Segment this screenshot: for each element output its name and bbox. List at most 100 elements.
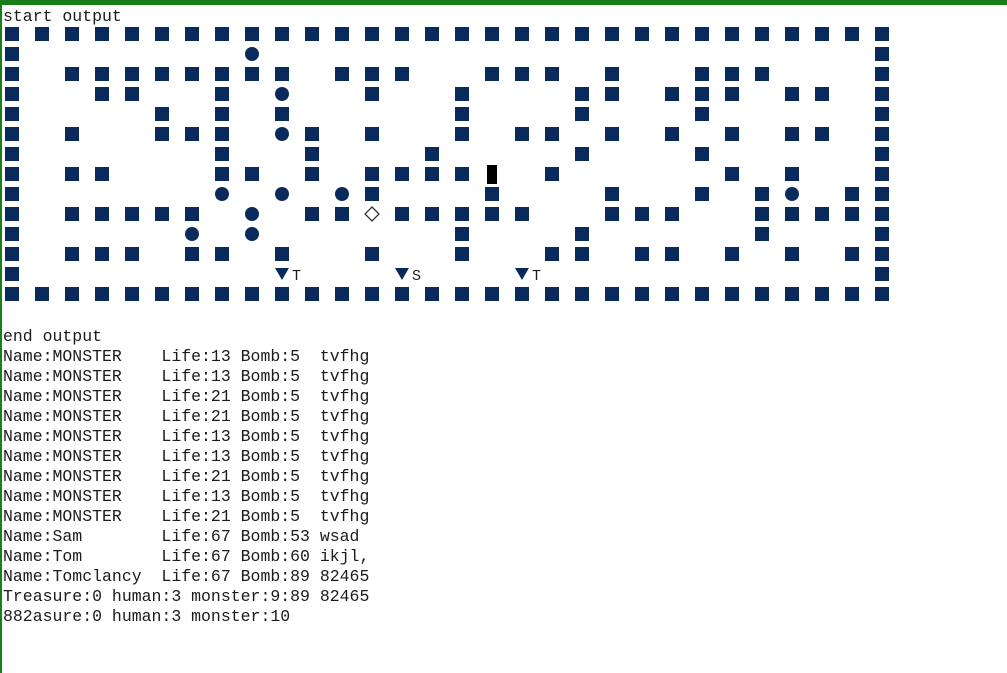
wall-block [215,107,229,121]
wall-block [695,147,709,161]
wall-block [125,247,139,261]
wall-block [815,207,829,221]
wall-block [875,227,889,241]
wall-block [275,287,289,301]
wall-block [605,207,619,221]
wall-block [155,287,169,301]
wall-block [425,207,439,221]
wall-block [875,67,889,81]
wall-block [545,167,559,181]
status-line: Name:MONSTER Life:21 Bomb:5 tvfhg [3,407,370,426]
wall-block [575,147,589,161]
wall-block [635,27,649,41]
wall-block [665,127,679,141]
wall-block [95,27,109,41]
wall-block [605,127,619,141]
wall-block [725,247,739,261]
status-line: Name:MONSTER Life:13 Bomb:5 tvfhg [3,367,370,386]
wall-block [215,247,229,261]
wall-block [305,207,319,221]
wall-block [515,127,529,141]
status-line: Name:MONSTER Life:21 Bomb:5 tvfhg [3,387,370,406]
wall-block [485,287,499,301]
monster-marker [785,187,799,201]
wall-block [365,167,379,181]
status-line: Name:MONSTER Life:13 Bomb:5 tvfhg [3,447,370,466]
wall-block [425,27,439,41]
wall-block [815,87,829,101]
status-line: Treasure:0 human:3 monster:9:89 82465 [3,587,370,606]
wall-block [875,247,889,261]
wall-block [35,287,49,301]
wall-block [395,167,409,181]
wall-block [5,127,19,141]
wall-block [5,227,19,241]
wall-block [365,67,379,81]
wall-block [575,27,589,41]
wall-block [455,227,469,241]
wall-block [215,67,229,81]
wall-block [785,27,799,41]
wall-block [395,27,409,41]
monster-marker [245,207,259,221]
start-output-label: start output [3,7,122,26]
monster-marker [275,127,289,141]
human-label: T [532,268,541,285]
wall-block [575,87,589,101]
wall-block [425,167,439,181]
status-line: Name:Tomclancy Life:67 Bomb:89 82465 [3,567,370,586]
window-top-border [0,0,1007,5]
wall-block [245,167,259,181]
monster-marker [245,47,259,61]
wall-block [155,207,169,221]
wall-block [875,207,889,221]
wall-block [845,287,859,301]
wall-block [755,227,769,241]
wall-block [305,27,319,41]
wall-block [365,127,379,141]
status-line: Name:MONSTER Life:13 Bomb:5 tvfhg [3,427,370,446]
wall-block [605,67,619,81]
status-line: Name:Sam Life:67 Bomb:53 wsad [3,527,360,546]
wall-block [515,207,529,221]
wall-block [755,67,769,81]
wall-block [725,27,739,41]
wall-block [785,167,799,181]
wall-block [485,187,499,201]
wall-block [65,67,79,81]
wall-block [455,167,469,181]
monster-marker [245,227,259,241]
status-line: Name:MONSTER Life:13 Bomb:5 tvfhg [3,487,370,506]
wall-block [215,167,229,181]
wall-block [695,107,709,121]
wall-block [725,87,739,101]
wall-block [395,287,409,301]
wall-block [215,147,229,161]
monster-marker [275,187,289,201]
wall-block [245,287,259,301]
monster-marker [185,227,199,241]
wall-block [65,27,79,41]
wall-block [5,287,19,301]
wall-block [665,207,679,221]
wall-block [365,247,379,261]
human-marker [395,268,409,280]
status-line: Name:MONSTER Life:21 Bomb:5 tvfhg [3,467,370,486]
wall-block [305,127,319,141]
wall-block [875,47,889,61]
wall-block [725,287,739,301]
wall-block [485,207,499,221]
wall-block [275,107,289,121]
human-marker [275,268,289,280]
wall-block [455,287,469,301]
wall-block [665,247,679,261]
wall-block [755,27,769,41]
wall-block [245,67,259,81]
wall-block [185,127,199,141]
wall-block [695,287,709,301]
wall-block [125,27,139,41]
wall-block [695,187,709,201]
wall-block [875,287,889,301]
wall-block [65,247,79,261]
wall-block [695,87,709,101]
